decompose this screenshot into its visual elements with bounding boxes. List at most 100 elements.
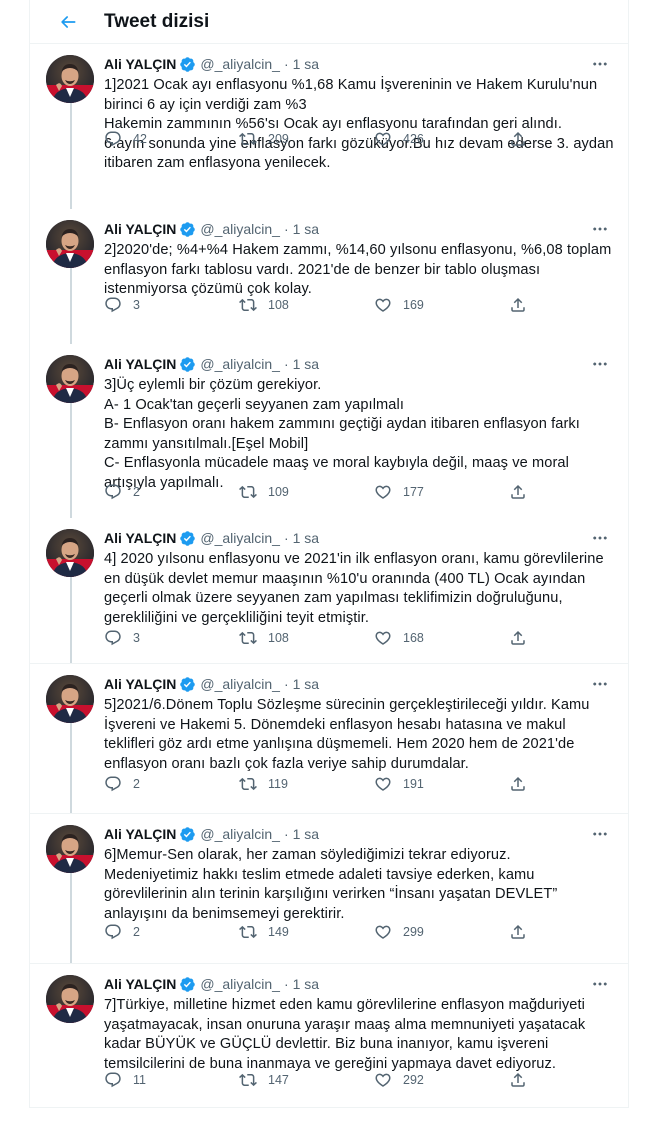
thread-column: Tweet dizisi Ali YALÇIN @_aliyalcin_ · 1 sa… [29,0,629,1108]
retweet-button[interactable]: 109 [239,483,345,501]
avatar[interactable] [46,355,94,403]
author-name[interactable]: Ali YALÇIN [104,676,176,692]
retweet-button[interactable]: 147 [239,1071,345,1089]
retweet-count: 108 [268,631,289,645]
tweet-body: Ali YALÇIN @_aliyalcin_ · 1 sa 3]Üç eylemli … [104,344,614,494]
author-handle[interactable]: @_aliyalcin_ [200,356,280,372]
tweet[interactable]: Ali YALÇIN @_aliyalcin_ · 1 sa 6]Memur-Sen o… [30,813,628,964]
author-name[interactable]: Ali YALÇIN [104,221,176,237]
like-button[interactable]: 292 [374,1071,480,1089]
separator-dot: · [283,826,289,842]
author-handle[interactable]: @_aliyalcin_ [200,56,280,72]
avatar[interactable] [46,825,94,873]
retweet-icon [239,775,257,793]
retweet-icon [239,483,257,501]
retweet-button[interactable]: 209 [239,130,345,148]
retweet-button[interactable]: 149 [239,923,345,941]
reply-button[interactable]: 3 [104,629,210,647]
retweet-button[interactable]: 108 [239,296,345,314]
retweet-button[interactable]: 119 [239,775,345,793]
share-icon [509,775,527,793]
reply-button[interactable]: 2 [104,775,210,793]
like-button[interactable]: 191 [374,775,480,793]
tweet[interactable]: Ali YALÇIN @_aliyalcin_ · 1 sa 4] 2020 yılso… [30,518,628,663]
tweet-actions: 2 149 299 [104,922,529,942]
avatar[interactable] [46,529,94,577]
more-options-icon[interactable] [588,354,612,374]
reply-button[interactable]: 3 [104,296,210,314]
separator-dot: · [283,976,289,992]
tweet[interactable]: Ali YALÇIN @_aliyalcin_ · 1 sa 5]2021/6.Döne… [30,663,628,814]
tweet-actions: 3 108 169 [104,295,529,315]
author-handle[interactable]: @_aliyalcin_ [200,976,280,992]
more-options-icon[interactable] [588,528,612,548]
reply-icon [104,629,122,647]
tweet-timestamp[interactable]: 1 sa [293,56,319,72]
tweet-timestamp[interactable]: 1 sa [293,826,319,842]
author-name[interactable]: Ali YALÇIN [104,976,176,992]
tweet[interactable]: Ali YALÇIN @_aliyalcin_ · 1 sa 3]Üç eylemli … [30,344,628,518]
thread-connector-line [70,575,72,663]
share-button[interactable] [509,775,529,793]
reply-count: 2 [133,777,140,791]
tweet-body: Ali YALÇIN @_aliyalcin_ · 1 sa 6]Memur-Sen o… [104,814,614,924]
share-button[interactable] [509,130,529,148]
more-options-icon[interactable] [588,824,612,844]
verified-badge-icon [179,56,196,73]
tweet-text: 7]Türkiye, milletine hizmet eden kamu gö… [104,997,586,1072]
avatar[interactable] [46,975,94,1023]
tweet-timestamp[interactable]: 1 sa [293,530,319,546]
author-handle[interactable]: @_aliyalcin_ [200,826,280,842]
share-button[interactable] [509,923,529,941]
page-title: Tweet dizisi [104,10,210,32]
author-handle[interactable]: @_aliyalcin_ [200,221,280,237]
author-name[interactable]: Ali YALÇIN [104,826,176,842]
arrow-left-icon [61,15,76,28]
heart-icon [374,923,392,941]
avatar[interactable] [46,55,94,103]
reply-button[interactable]: 2 [104,483,210,501]
share-button[interactable] [509,483,529,501]
heart-icon [374,775,392,793]
page-header: Tweet dizisi [30,0,628,44]
tweet-timestamp[interactable]: 1 sa [293,676,319,692]
author-handle[interactable]: @_aliyalcin_ [200,676,280,692]
reply-button[interactable]: 2 [104,923,210,941]
retweet-button[interactable]: 108 [239,629,345,647]
like-button[interactable]: 426 [374,130,480,148]
author-name[interactable]: Ali YALÇIN [104,356,176,372]
verified-badge-icon [179,221,196,238]
reply-count: 2 [133,925,140,939]
back-button[interactable] [46,4,90,40]
reply-button[interactable]: 11 [104,1071,210,1089]
share-icon [509,629,527,647]
reply-icon [104,483,122,501]
author-name[interactable]: Ali YALÇIN [104,56,176,72]
like-button[interactable]: 177 [374,483,480,501]
share-icon [509,923,527,941]
reply-count: 3 [133,298,140,312]
avatar[interactable] [46,220,94,268]
tweet-timestamp[interactable]: 1 sa [293,976,319,992]
share-button[interactable] [509,1071,529,1089]
avatar[interactable] [46,675,94,723]
tweet[interactable]: Ali YALÇIN @_aliyalcin_ · 1 sa 2]2020'de; %4… [30,209,628,344]
more-options-icon[interactable] [588,54,612,74]
reply-button[interactable]: 42 [104,130,210,148]
tweet[interactable]: Ali YALÇIN @_aliyalcin_ · 1 sa 7]Türkiye, mi… [30,963,628,1108]
more-options-icon[interactable] [588,219,612,239]
share-button[interactable] [509,629,529,647]
tweet-body: Ali YALÇIN @_aliyalcin_ · 1 sa 2]2020'de; %4… [104,209,614,300]
more-options-icon[interactable] [588,974,612,994]
tweet-actions: 11 147 292 [104,1070,529,1090]
tweet-timestamp[interactable]: 1 sa [293,356,319,372]
like-button[interactable]: 299 [374,923,480,941]
more-options-icon[interactable] [588,674,612,694]
tweet-timestamp[interactable]: 1 sa [293,221,319,237]
author-handle[interactable]: @_aliyalcin_ [200,530,280,546]
like-button[interactable]: 169 [374,296,480,314]
tweet[interactable]: Ali YALÇIN @_aliyalcin_ · 1 sa 1]2021 Ocak a… [30,44,628,209]
share-button[interactable] [509,296,529,314]
like-button[interactable]: 168 [374,629,480,647]
author-name[interactable]: Ali YALÇIN [104,530,176,546]
